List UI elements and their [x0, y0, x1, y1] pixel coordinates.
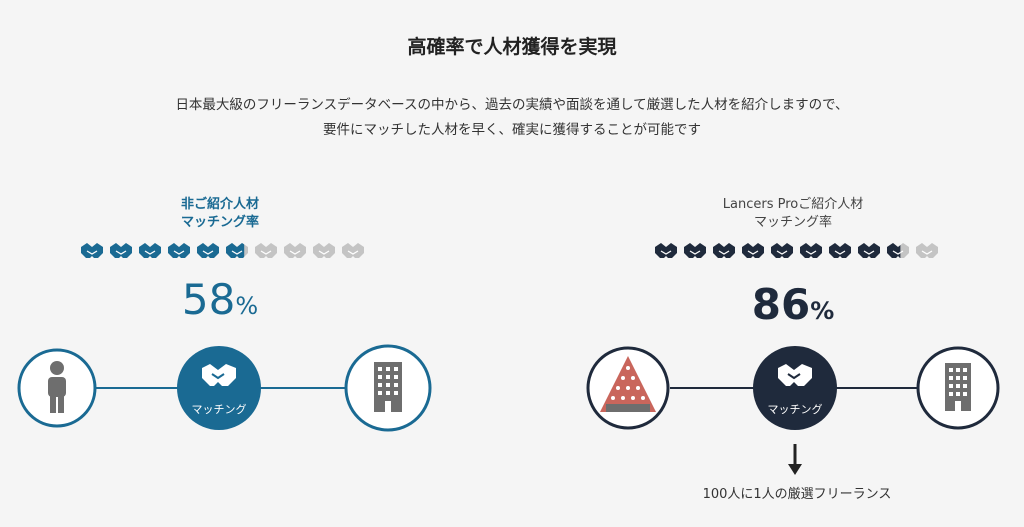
- left-matching-node: [177, 346, 261, 430]
- right-matching-label: マッチング: [767, 403, 823, 416]
- right-pyramid-node: [586, 346, 670, 430]
- left-matching-label: マッチング: [191, 403, 247, 416]
- matching-flow-diagram: [17, 344, 1000, 475]
- right-matching-node: [753, 346, 837, 430]
- left-company-node: [344, 344, 432, 432]
- left-flow: [17, 344, 432, 432]
- building-icon: [945, 363, 971, 411]
- selected-freelancer-caption: 100人に1人の厳選フリーランス: [702, 487, 892, 502]
- right-company-node: [916, 346, 1000, 430]
- building-icon: [374, 362, 402, 412]
- left-person-node: [17, 348, 97, 428]
- arrow-down-icon: [788, 444, 802, 475]
